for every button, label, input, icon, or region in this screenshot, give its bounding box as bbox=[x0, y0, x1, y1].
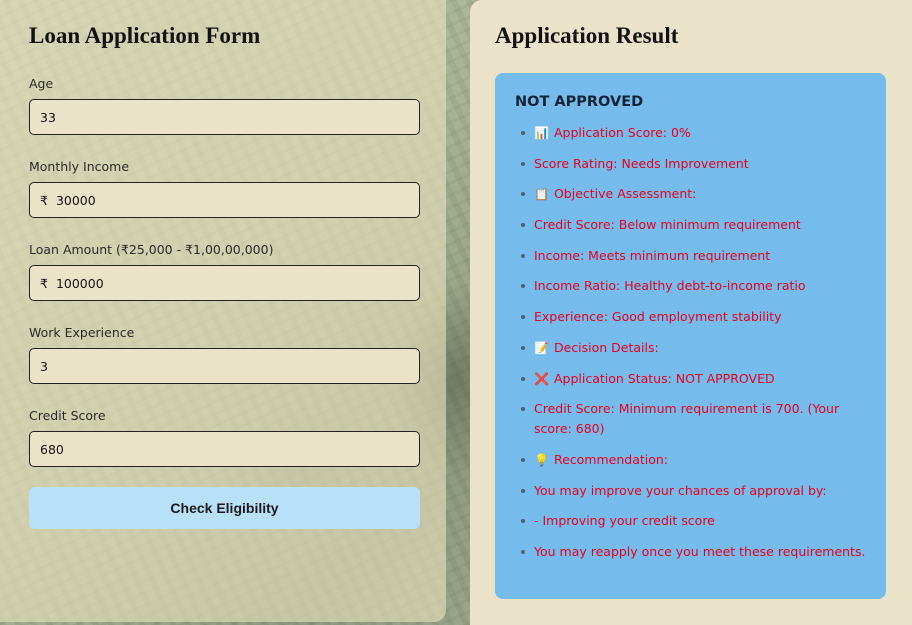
result-item-text: Application Score: 0% bbox=[553, 125, 691, 140]
result-item: 💡 Recommendation: bbox=[515, 450, 866, 470]
light-bulb-icon: 💡 bbox=[534, 452, 549, 467]
result-item-text: You may improve your chances of approval… bbox=[534, 482, 827, 498]
result-item: Score Rating: Needs Improvement bbox=[515, 154, 866, 174]
work-experience-input[interactable] bbox=[40, 358, 409, 374]
result-item: 📊 Application Score: 0% bbox=[515, 123, 866, 143]
result-item: Experience: Good employment stability bbox=[515, 307, 866, 327]
result-item: Income Ratio: Healthy debt-to-income rat… bbox=[515, 276, 866, 296]
result-item: Credit Score: Minimum requirement is 700… bbox=[515, 399, 866, 439]
result-item: Credit Score: Below minimum requirement bbox=[515, 215, 866, 235]
result-item-text: Objective Assessment: bbox=[553, 186, 697, 202]
memo-icon: 📝 bbox=[534, 340, 549, 355]
result-item: ❌ Application Status: NOT APPROVED bbox=[515, 369, 866, 389]
result-item-text: Experience: Good employment stability bbox=[534, 309, 782, 325]
result-list: 📊 Application Score: 0% Score Rating: Need… bbox=[515, 123, 866, 562]
loan-amount-input[interactable] bbox=[55, 275, 409, 291]
result-item-text: Credit Score: Below minimum requirement bbox=[534, 217, 801, 233]
check-eligibility-button[interactable]: Check Eligibility bbox=[29, 487, 420, 529]
work-experience-label: Work Experience bbox=[29, 325, 135, 340]
age-input[interactable] bbox=[40, 109, 409, 125]
result-item-text: Recommendation: bbox=[553, 451, 669, 467]
result-item: You may improve your chances of approval… bbox=[515, 481, 866, 501]
result-item-text: Income: Meets minimum requirement bbox=[534, 247, 771, 263]
result-item-text: Income Ratio: Healthy debt-to-income rat… bbox=[534, 278, 806, 294]
result-panel: Application Result NOT APPROVED 📊 Applica… bbox=[470, 0, 912, 625]
credit-score-field[interactable] bbox=[29, 431, 420, 467]
result-item: - Improving your credit score bbox=[515, 511, 866, 531]
chart-icon: 📊 bbox=[534, 126, 549, 140]
form-title: Loan Application Form bbox=[29, 23, 261, 48]
credit-score-input[interactable] bbox=[40, 441, 409, 457]
result-card: NOT APPROVED 📊 Application Score: 0% Score… bbox=[495, 73, 886, 599]
clipboard-icon: 📋 bbox=[534, 187, 549, 202]
result-item-text: - Improving your credit score bbox=[534, 513, 715, 529]
result-status: NOT APPROVED bbox=[515, 94, 644, 110]
loan-amount-field[interactable]: ₹ bbox=[29, 265, 420, 301]
loan-form-panel: Loan Application Form Age Monthly Income… bbox=[0, 0, 446, 622]
result-item-text: Application Status: NOT APPROVED bbox=[553, 370, 775, 386]
loan-amount-label: Loan Amount (₹25,000 - ₹1,00,00,000) bbox=[29, 242, 274, 257]
result-item: 📝 Decision Details: bbox=[515, 338, 866, 358]
monthly-income-input[interactable] bbox=[55, 192, 409, 208]
result-item-text: You may reapply once you meet these requ… bbox=[534, 543, 866, 559]
monthly-income-label: Monthly Income bbox=[29, 159, 130, 174]
result-item-text: Score Rating: Needs Improvement bbox=[534, 155, 749, 171]
age-field[interactable] bbox=[29, 99, 420, 135]
result-item: Income: Meets minimum requirement bbox=[515, 246, 866, 266]
age-label: Age bbox=[29, 76, 54, 91]
rupee-prefix: ₹ bbox=[40, 192, 48, 208]
monthly-income-field[interactable]: ₹ bbox=[29, 182, 420, 218]
result-item: 📋 Objective Assessment: bbox=[515, 184, 866, 204]
cross-mark-icon: ❌ bbox=[534, 371, 549, 386]
rupee-prefix: ₹ bbox=[40, 275, 48, 291]
result-title: Application Result bbox=[495, 23, 679, 48]
work-experience-field[interactable] bbox=[29, 348, 420, 384]
result-item-text: Decision Details: bbox=[553, 339, 659, 355]
credit-score-label: Credit Score bbox=[29, 408, 106, 423]
result-item: You may reapply once you meet these requ… bbox=[515, 542, 866, 562]
result-item-text: Credit Score: Minimum requirement is 700… bbox=[534, 401, 840, 437]
